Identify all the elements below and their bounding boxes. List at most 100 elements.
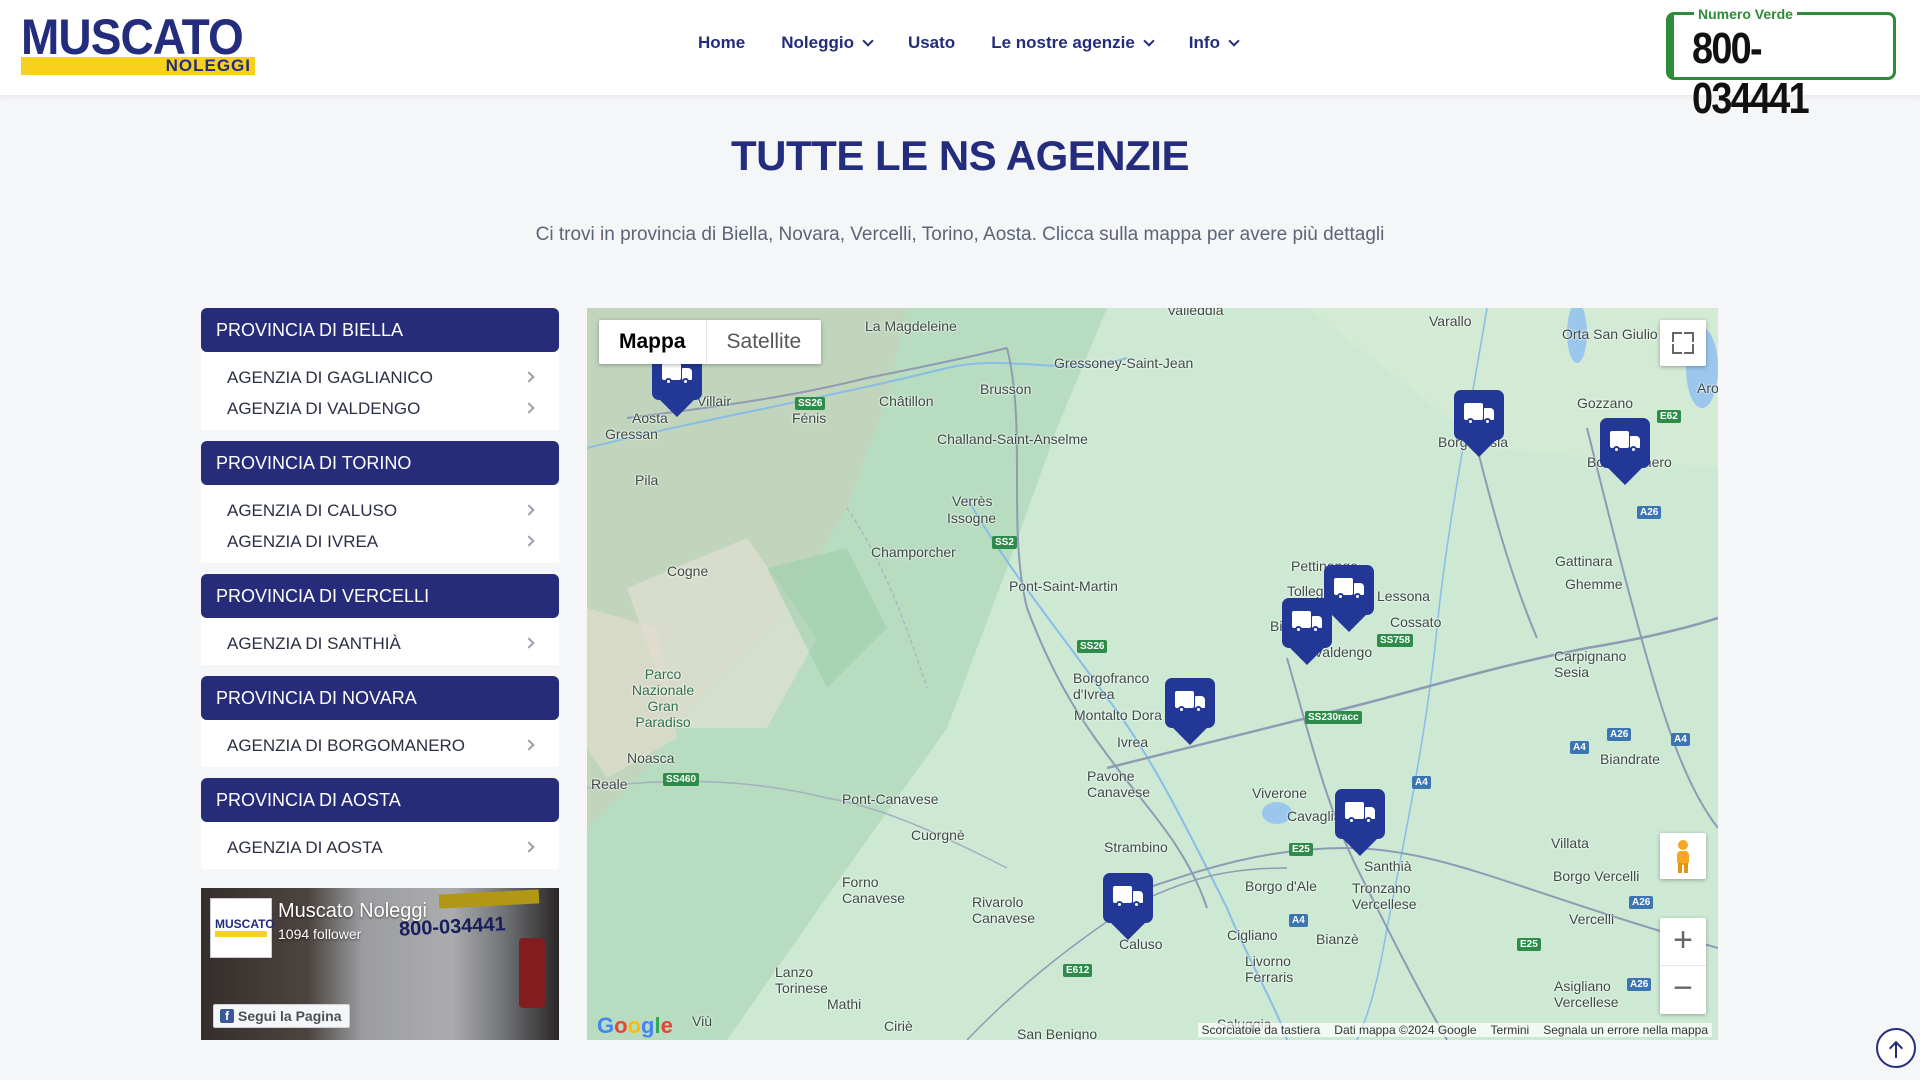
fullscreen-button[interactable] xyxy=(1660,320,1706,366)
map-place-label: Asigliano Vercellese xyxy=(1554,978,1619,1010)
map-place-label: San Benigno xyxy=(1017,1026,1098,1040)
map-place-label: Issogne xyxy=(947,510,997,526)
chevron-right-icon xyxy=(523,841,535,853)
agency-label: AGENZIA DI IVREA xyxy=(227,532,379,551)
map-place-label: Lanzo Torinese xyxy=(775,964,828,996)
map-place-label: Reale xyxy=(591,776,628,792)
fullscreen-icon xyxy=(1684,332,1694,342)
facebook-page-widget[interactable]: 800-034441 MUSCATO Muscato Noleggi 1094 … xyxy=(201,888,559,1040)
agency-link-aosta[interactable]: AGENZIA DI AOSTA xyxy=(201,832,559,863)
map-place-label: Challand-Saint-Anselme xyxy=(937,431,1088,447)
map-place-label: Strambino xyxy=(1104,839,1168,855)
map-place-label: Ghemme xyxy=(1565,576,1623,592)
nav-item-info[interactable]: Info xyxy=(1189,33,1240,53)
scroll-to-top-button[interactable] xyxy=(1876,1028,1916,1068)
map-place-label: Gressoney-Saint-Jean xyxy=(1054,355,1194,371)
nav-item-noleggio[interactable]: Noleggio xyxy=(781,33,874,53)
map-place-label: Viù xyxy=(692,1013,712,1029)
chevron-down-icon xyxy=(862,35,874,47)
agency-link-santhia[interactable]: AGENZIA DI SANTHIÀ xyxy=(201,628,559,659)
nav-item-home[interactable]: Home xyxy=(698,33,745,53)
agency-label: AGENZIA DI VALDENGO xyxy=(227,399,421,418)
road-shield: SS26 xyxy=(795,397,826,410)
zoom-out-button[interactable]: − xyxy=(1660,966,1706,1014)
map-place-label: La Magdeleine xyxy=(865,318,957,334)
map-marker-ivrea[interactable] xyxy=(1165,678,1215,745)
site-logo[interactable]: MUSCATO NOLEGGI xyxy=(21,12,255,76)
map-place-label: Orta San Giulio xyxy=(1562,326,1658,342)
agency-link-ivrea[interactable]: AGENZIA DI IVREA xyxy=(201,526,559,557)
province-header-biella[interactable]: PROVINCIA DI BIELLA xyxy=(201,308,559,352)
truck-icon xyxy=(1113,886,1143,908)
truck-icon xyxy=(1175,691,1205,713)
map-place-label: Livorno Ferraris xyxy=(1245,953,1294,985)
map-place-label: Borgo d'Ale xyxy=(1245,878,1317,894)
map-marker-borgosesia[interactable] xyxy=(1454,390,1504,457)
map-place-label: Montalto Dora xyxy=(1074,707,1162,723)
province-header-aosta[interactable]: PROVINCIA DI AOSTA xyxy=(201,778,559,822)
chevron-right-icon xyxy=(523,739,535,751)
google-logo[interactable]: Google xyxy=(597,1013,673,1039)
fb-page-avatar[interactable]: MUSCATO xyxy=(210,898,275,958)
phone-number: 800-034441 xyxy=(1692,24,1810,123)
toll-free-number[interactable]: Numero Verde 800-034441 xyxy=(1666,6,1896,123)
agency-link-valdengo[interactable]: AGENZIA DI VALDENGO xyxy=(201,393,559,424)
map-place-label: Pavone Canavese xyxy=(1087,768,1151,800)
nav-item-agenzie[interactable]: Le nostre agenzie xyxy=(991,33,1155,53)
agency-label: AGENZIA DI SANTHIÀ xyxy=(227,634,401,653)
nav-item-usato[interactable]: Usato xyxy=(908,33,955,53)
map-place-label: Biandrate xyxy=(1600,751,1660,767)
report-error-link[interactable]: Segnala un errore nella mappa xyxy=(1543,1023,1708,1037)
province-agency-list: AGENZIA DI GAGLIANICO AGENZIA DI VALDENG… xyxy=(201,352,559,430)
keyboard-shortcuts-link[interactable]: Scorciatoie da tastiera xyxy=(1202,1023,1321,1037)
map-marker-santhia[interactable] xyxy=(1335,789,1385,856)
map-marker-caluso[interactable] xyxy=(1103,873,1153,940)
map-place-label: Fénis xyxy=(792,410,827,426)
agencies-map[interactable]: Valleddia La Magdeleine Varallo Orta San… xyxy=(587,308,1718,1040)
chevron-right-icon xyxy=(523,535,535,547)
road-shield: A4 xyxy=(1671,733,1690,746)
main-nav: Home Noleggio Usato Le nostre agenzie In… xyxy=(698,33,1274,53)
zoom-in-button[interactable]: + xyxy=(1660,918,1706,966)
map-place-label: Vercelli xyxy=(1569,911,1615,927)
agency-label: AGENZIA DI CALUSO xyxy=(227,501,398,520)
map-place-label: Aosta xyxy=(632,410,668,426)
province-agency-list: AGENZIA DI AOSTA xyxy=(201,822,559,869)
chevron-right-icon xyxy=(523,504,535,516)
fb-page-name[interactable]: Muscato Noleggi xyxy=(278,900,427,923)
logo-sub-text: NOLEGGI xyxy=(165,56,251,75)
map-place-label: Tronzano Vercellese xyxy=(1352,880,1417,912)
nav-label: Noleggio xyxy=(781,33,854,52)
fb-avatar-stripe xyxy=(215,931,267,937)
agency-link-caluso[interactable]: AGENZIA DI CALUSO xyxy=(201,495,559,526)
truck-icon xyxy=(1610,431,1640,453)
fullscreen-icon xyxy=(1672,332,1682,342)
province-header-torino[interactable]: PROVINCIA DI TORINO xyxy=(201,441,559,485)
agency-link-gaglianico[interactable]: AGENZIA DI GAGLIANICO xyxy=(201,362,559,393)
road-shield: E612 xyxy=(1063,964,1093,977)
street-view-pegman[interactable] xyxy=(1660,833,1706,879)
fb-follow-button[interactable]: f Segui la Pagina xyxy=(213,1004,351,1028)
road-shield: SS758 xyxy=(1377,634,1414,647)
road-shield: SS2 xyxy=(992,536,1017,549)
map-place-label: Villata xyxy=(1551,835,1589,851)
province-header-vercelli[interactable]: PROVINCIA DI VERCELLI xyxy=(201,574,559,618)
fb-avatar-text: MUSCATO xyxy=(215,917,275,931)
logo-sub-bar: NOLEGGI xyxy=(21,56,255,75)
map-marker-borgomanero[interactable] xyxy=(1600,418,1650,485)
terms-link[interactable]: Termini xyxy=(1491,1023,1530,1037)
province-agency-list: AGENZIA DI BORGOMANERO xyxy=(201,720,559,767)
nav-label: Usato xyxy=(907,33,956,52)
map-marker-gaglianico[interactable] xyxy=(1282,598,1332,665)
map-type-satellite[interactable]: Satellite xyxy=(705,320,822,364)
map-place-label: Arona xyxy=(1697,380,1718,396)
agency-link-borgomanero[interactable]: AGENZIA DI BORGOMANERO xyxy=(201,730,559,761)
chevron-right-icon xyxy=(523,637,535,649)
road-shield: A26 xyxy=(1629,896,1654,909)
map-type-mappa[interactable]: Mappa xyxy=(599,320,706,364)
province-header-novara[interactable]: PROVINCIA DI NOVARA xyxy=(201,676,559,720)
road-shield: A4 xyxy=(1412,776,1431,789)
road-shield: SS460 xyxy=(663,773,700,786)
chevron-down-icon xyxy=(1143,35,1155,47)
zoom-control: + − xyxy=(1660,918,1706,1014)
